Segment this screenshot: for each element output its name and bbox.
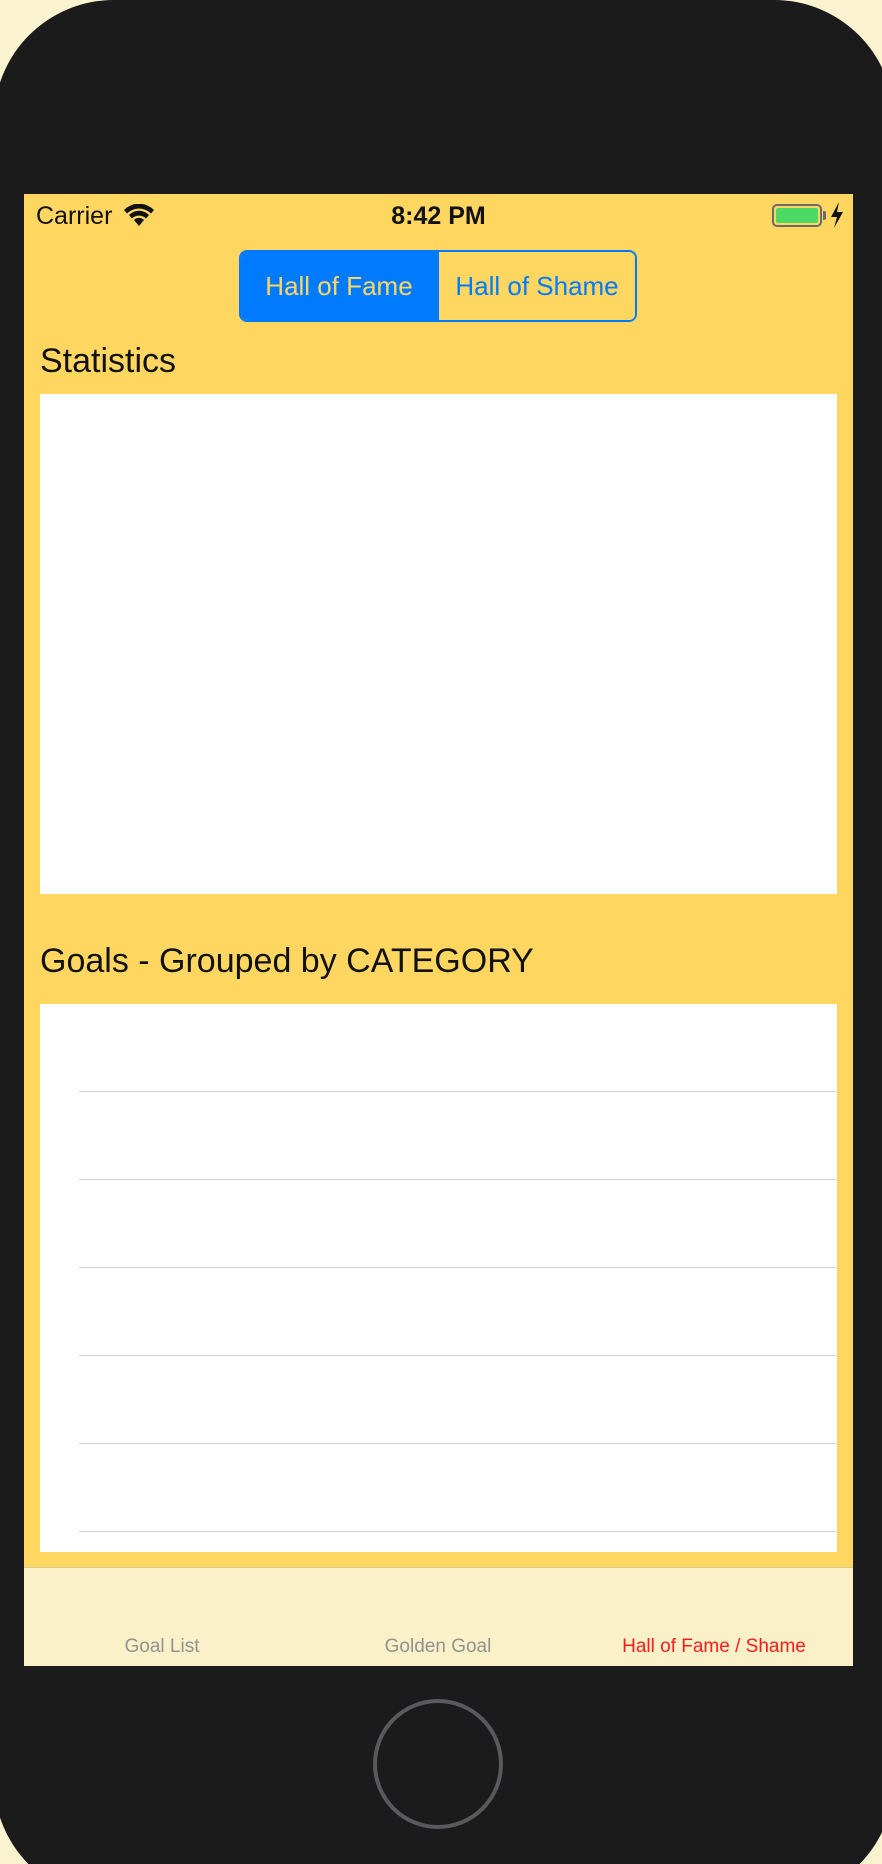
status-bar: Carrier 8:42 PM (24, 194, 853, 238)
battery-icon (772, 204, 822, 227)
table-row[interactable] (40, 1444, 837, 1532)
table-row[interactable] (40, 1180, 837, 1268)
segment-hall-of-shame[interactable]: Hall of Shame (437, 252, 635, 320)
home-button[interactable] (373, 1699, 503, 1829)
status-time: 8:42 PM (391, 202, 486, 230)
statistics-panel (40, 394, 837, 894)
table-row[interactable] (40, 1268, 837, 1356)
tab-bar: Goal List Golden Goal Hall of Fame / Sha… (24, 1567, 853, 1666)
statistics-title: Statistics (40, 342, 177, 380)
segment-hall-of-fame[interactable]: Hall of Fame (241, 252, 437, 320)
goals-table[interactable] (40, 1004, 837, 1552)
bolt-icon (831, 202, 843, 228)
battery-tip (823, 211, 826, 220)
table-row[interactable] (40, 1004, 837, 1092)
tab-hall-of-fame-shame[interactable]: Hall of Fame / Shame (604, 1636, 824, 1658)
goals-title: Goals - Grouped by CATEGORY (40, 942, 534, 980)
tab-goal-list[interactable]: Goal List (64, 1636, 260, 1658)
table-row[interactable] (40, 1356, 837, 1444)
tab-golden-goal[interactable]: Golden Goal (340, 1636, 536, 1658)
fame-shame-segmented-control[interactable]: Hall of Fame Hall of Shame (239, 250, 637, 322)
app-screen: Carrier 8:42 PM Hall of Fame Hall of Sha… (24, 194, 853, 1666)
table-row[interactable] (40, 1092, 837, 1180)
